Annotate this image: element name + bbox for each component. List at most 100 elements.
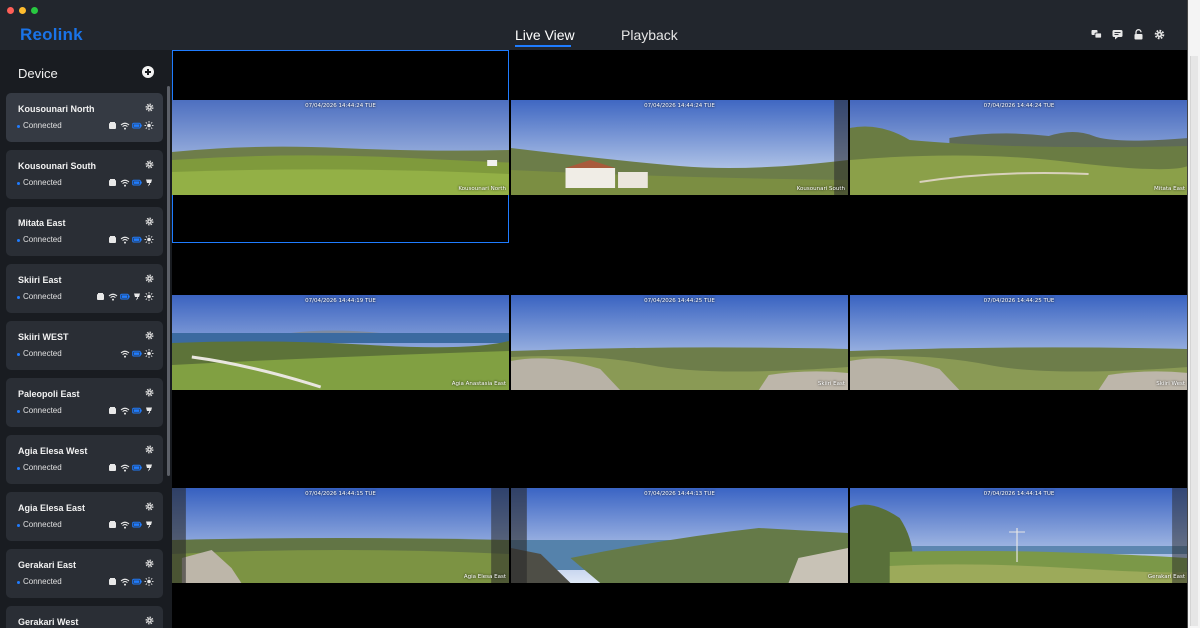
camera-timestamp: 07/04/2026 14:44:24 TUE: [305, 103, 376, 109]
device-settings-gear-icon[interactable]: [145, 616, 154, 625]
solar-charging-icon: [134, 293, 140, 301]
camera-cell[interactable]: 07/04/2026 14:44:14 TUE Gerakari East: [850, 440, 1187, 628]
sun-icon: [144, 349, 154, 358]
sidebar-scrollbar[interactable]: [167, 86, 170, 476]
camera-snapshot-image: [850, 295, 1187, 390]
camera-feed[interactable]: 07/04/2026 14:44:13 TUE: [511, 488, 848, 583]
camera-cell[interactable]: 07/04/2026 14:44:13 TUE: [511, 440, 848, 628]
chat-icon[interactable]: [1112, 29, 1123, 40]
camera-snapshot-image: [511, 295, 848, 390]
device-card[interactable]: Kousounari North Connected: [6, 93, 163, 142]
tab-playback[interactable]: Playback: [621, 27, 678, 43]
device-settings-gear-icon[interactable]: [145, 103, 154, 112]
gear-icon[interactable]: [1154, 29, 1165, 40]
camera-feed[interactable]: 07/04/2026 14:44:24 TUE Kousounari South: [511, 100, 848, 195]
storage-icon: [109, 464, 116, 471]
device-settings-gear-icon[interactable]: [145, 274, 154, 283]
solar-charging-icon: [146, 407, 152, 415]
connection-dot: [17, 581, 20, 584]
device-card[interactable]: Gerakari West: [6, 606, 163, 628]
camera-cell[interactable]: 07/04/2026 14:44:24 TUE Mitata East: [850, 50, 1187, 243]
device-settings-gear-icon[interactable]: [145, 559, 154, 568]
camera-name-overlay: Kousounari South: [796, 186, 845, 192]
connection-dot: [17, 524, 20, 527]
connection-dot: [17, 353, 20, 356]
messages-icon[interactable]: [1091, 29, 1102, 40]
camera-timestamp: 07/04/2026 14:44:15 TUE: [305, 491, 376, 497]
camera-feed[interactable]: 07/04/2026 14:44:25 TUE Skiiri West: [850, 295, 1187, 390]
camera-name-overlay: Kousounari North: [458, 186, 506, 192]
page-scrollbar[interactable]: [1188, 0, 1200, 628]
device-status: Connected: [23, 406, 62, 415]
camera-timestamp: 07/04/2026 14:44:13 TUE: [644, 491, 715, 497]
device-status: Connected: [23, 235, 62, 244]
device-settings-gear-icon[interactable]: [145, 217, 154, 226]
camera-feed[interactable]: 07/04/2026 14:44:14 TUE Gerakari East: [850, 488, 1187, 583]
camera-cell[interactable]: 07/04/2026 14:44:24 TUE Kousounari South: [511, 50, 848, 243]
device-status-icons: [120, 349, 154, 358]
device-settings-gear-icon[interactable]: [145, 388, 154, 397]
tab-live-view[interactable]: Live View: [515, 27, 575, 43]
device-card[interactable]: Paleopoli East Connected: [6, 378, 163, 427]
wifi-icon: [108, 293, 118, 301]
battery-icon: [132, 578, 142, 585]
camera-timestamp: 07/04/2026 14:44:24 TUE: [644, 103, 715, 109]
camera-snapshot-image: [850, 488, 1187, 583]
storage-icon: [97, 293, 104, 300]
storage-icon: [109, 578, 116, 585]
device-settings-gear-icon[interactable]: [145, 331, 154, 340]
camera-snapshot-image: [172, 488, 509, 583]
device-name: Agia Elesa West: [18, 446, 88, 456]
solar-charging-icon: [146, 521, 152, 529]
battery-icon: [132, 179, 142, 186]
camera-name-overlay: Agia Elesa East: [463, 574, 506, 580]
sun-icon: [144, 121, 154, 130]
camera-snapshot-image: [172, 295, 509, 390]
device-name: Paleopoli East: [18, 389, 80, 399]
device-settings-gear-icon[interactable]: [145, 502, 154, 511]
battery-icon: [132, 122, 142, 129]
zoom-window-button[interactable]: [31, 7, 38, 14]
device-name: Skiiri East: [18, 275, 62, 285]
minimize-window-button[interactable]: [19, 7, 26, 14]
camera-cell[interactable]: 07/04/2026 14:44:19 TUE Agia Anastasia Ea…: [172, 245, 509, 438]
connection-dot: [17, 182, 20, 185]
camera-cell[interactable]: 07/04/2026 14:44:25 TUE Skiiri East: [511, 245, 848, 438]
solar-charging-icon: [146, 179, 152, 187]
device-card[interactable]: Gerakari East Connected: [6, 549, 163, 598]
camera-name-overlay: Agia Anastasia East: [451, 381, 506, 387]
device-card[interactable]: Agia Elesa East Connected: [6, 492, 163, 541]
close-window-button[interactable]: [7, 7, 14, 14]
camera-feed[interactable]: 07/04/2026 14:44:15 TUE Agia Elesa East: [172, 488, 509, 583]
wifi-icon: [120, 350, 130, 358]
page-scrollbar-thumb[interactable]: [1190, 56, 1198, 626]
camera-feed[interactable]: 07/04/2026 14:44:25 TUE Skiiri East: [511, 295, 848, 390]
storage-icon: [109, 122, 116, 129]
battery-icon: [120, 293, 130, 300]
wifi-icon: [120, 578, 130, 586]
lock-icon[interactable]: [1133, 29, 1144, 40]
camera-snapshot-image: [511, 100, 848, 195]
storage-icon: [109, 179, 116, 186]
device-name: Agia Elesa East: [18, 503, 86, 513]
active-tab-indicator: [515, 45, 571, 47]
camera-cell[interactable]: 07/04/2026 14:44:25 TUE Skiiri West: [850, 245, 1187, 438]
camera-feed[interactable]: 07/04/2026 14:44:19 TUE Agia Anastasia Ea…: [172, 295, 509, 390]
device-settings-gear-icon[interactable]: [145, 160, 154, 169]
device-card[interactable]: Skiiri WEST Connected: [6, 321, 163, 370]
camera-snapshot-image: [511, 488, 848, 583]
storage-icon: [109, 407, 116, 414]
device-card[interactable]: Mitata East Connected: [6, 207, 163, 256]
device-status-icons: [108, 406, 154, 415]
add-device-icon[interactable]: [142, 66, 154, 78]
device-card[interactable]: Skiiri East Connected: [6, 264, 163, 313]
device-card[interactable]: Kousounari South Connected: [6, 150, 163, 199]
device-status: Connected: [23, 292, 62, 301]
camera-feed[interactable]: 07/04/2026 14:44:24 TUE Mitata East: [850, 100, 1187, 195]
camera-feed[interactable]: 07/04/2026 14:44:24 TUE Kousounari North: [172, 100, 509, 195]
camera-cell[interactable]: 07/04/2026 14:44:15 TUE Agia Elesa East: [172, 440, 509, 628]
camera-name-overlay: Skiiri West: [1156, 381, 1185, 387]
device-settings-gear-icon[interactable]: [145, 445, 154, 454]
device-card[interactable]: Agia Elesa West Connected: [6, 435, 163, 484]
camera-cell[interactable]: 07/04/2026 14:44:24 TUE Kousounari North: [172, 50, 509, 243]
